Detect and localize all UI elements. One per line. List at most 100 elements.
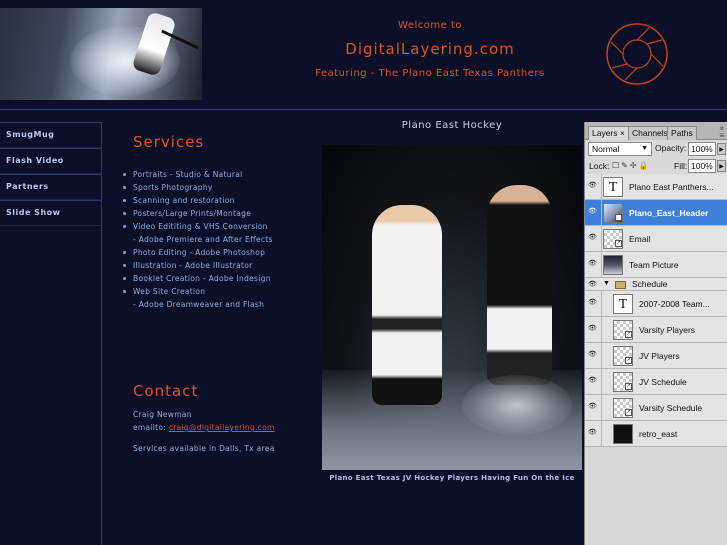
- link-column: [599, 291, 602, 317]
- nav-item-flash-video[interactable]: Flash Video: [0, 148, 101, 174]
- smart-object-badge-icon: ↗: [625, 383, 632, 390]
- tab-layers[interactable]: Layers ×: [588, 126, 629, 140]
- smart-object-badge-icon: ↗: [615, 240, 622, 247]
- service-item: Portraits - Studio & Natural: [123, 168, 273, 181]
- player-black-jersey: [487, 185, 552, 385]
- layer-name: retro_east: [639, 429, 678, 439]
- link-column: [599, 226, 602, 252]
- service-area-text: Services available in Dalls, Tx area: [133, 444, 275, 453]
- header-hero-image: [0, 8, 202, 100]
- aperture-logo-icon: [606, 23, 668, 85]
- layer-row[interactable]: 👁 ↗ Email: [585, 226, 727, 252]
- tab-layers-label: Layers: [592, 128, 618, 138]
- group-name: Schedule: [632, 279, 668, 289]
- ice-spray: [462, 375, 572, 435]
- visibility-eye-icon[interactable]: 👁: [588, 182, 598, 190]
- visibility-eye-icon[interactable]: 👁: [588, 234, 598, 242]
- service-item: - Adobe Premiere and After Effects: [133, 235, 273, 244]
- blend-row: Normal ▼ Opacity: 100% ▶: [585, 142, 727, 158]
- smart-object-badge-icon: ↗: [625, 357, 632, 364]
- panel-menu-icon[interactable]: ≡: [719, 131, 724, 140]
- service-item: - Adobe Dreamweaver and Flash: [133, 300, 265, 309]
- fill-stepper-icon[interactable]: ▶: [717, 160, 726, 172]
- layer-thumbnail: T: [613, 294, 633, 314]
- layer-thumbnail: [613, 424, 633, 444]
- layers-panel: Layers × Channels Paths × ≡ Normal ▼ Opa…: [584, 122, 727, 545]
- email-link[interactable]: craig@digitallayering.com: [169, 423, 275, 432]
- nav-item-partners[interactable]: Partners: [0, 174, 101, 200]
- blend-mode-value: Normal: [592, 144, 620, 154]
- smart-object-badge-icon: ↗: [625, 409, 632, 416]
- service-item: Scanning and restoration: [123, 194, 273, 207]
- visibility-eye-icon[interactable]: 👁: [588, 403, 598, 411]
- photo-caption: Plano East Texas JV Hockey Players Havin…: [329, 474, 575, 482]
- layer-name: 2007-2008 Team...: [639, 299, 710, 309]
- layer-name: Email: [629, 234, 651, 244]
- link-column: [599, 369, 602, 395]
- welcome-text: Welcome to: [398, 20, 462, 31]
- visibility-eye-icon[interactable]: 👁: [588, 429, 598, 437]
- layer-row[interactable]: 👁 Team Picture: [585, 252, 727, 278]
- services-list: Portraits - Studio & Natural Sports Photo…: [123, 168, 273, 311]
- tab-channels[interactable]: Channels: [628, 126, 672, 140]
- email-prefix: emailto:: [133, 423, 167, 432]
- visibility-eye-icon[interactable]: 👁: [588, 299, 598, 307]
- visibility-eye-icon[interactable]: 👁: [588, 260, 598, 268]
- visibility-eye-icon[interactable]: 👁: [588, 351, 598, 359]
- layer-name: Varsity Schedule: [639, 403, 703, 413]
- services-heading: Services: [133, 133, 205, 151]
- layer-row[interactable]: 👁 T Plano East Panthers...: [585, 174, 727, 200]
- opacity-stepper-icon[interactable]: ▶: [717, 143, 726, 155]
- link-column: [599, 200, 602, 226]
- layer-row[interactable]: 👁 ↗ Varsity Players: [585, 317, 727, 343]
- layer-row[interactable]: 👁 ↗ Plano_East_Header: [585, 200, 727, 226]
- layer-name: Varsity Players: [639, 325, 696, 335]
- service-item: Web Site Creation: [123, 285, 273, 298]
- link-column: [599, 252, 602, 278]
- lock-options-icon[interactable]: ☐✎✢🔒: [612, 161, 651, 170]
- smart-object-badge-icon: ↗: [625, 331, 632, 338]
- smart-object-badge-icon: ↗: [615, 214, 622, 221]
- photo-title: Plano East Hockey: [401, 120, 503, 131]
- tab-paths[interactable]: Paths: [667, 126, 697, 140]
- contact-heading: Contact: [133, 382, 199, 400]
- link-column: [599, 421, 602, 447]
- layer-row[interactable]: 👁 ↗ Varsity Schedule: [585, 395, 727, 421]
- layer-name: Team Picture: [629, 260, 679, 270]
- layer-row[interactable]: 👁 retro_east: [585, 421, 727, 447]
- contact-name: Craig Newman: [133, 410, 192, 419]
- lock-row: Lock: ☐✎✢🔒 Fill: 100% ▶: [585, 159, 727, 175]
- panel-tab-bar: Layers × Channels Paths × ≡: [585, 122, 727, 140]
- nav-item-slide-show[interactable]: Slide Show: [0, 200, 101, 226]
- layer-group-schedule[interactable]: 👁 ▼ Schedule: [585, 278, 727, 291]
- service-item: Video Edititing & VHS Conversion: [123, 220, 273, 233]
- layer-name: JV Players: [639, 351, 680, 361]
- layer-name: Plano_East_Header: [629, 208, 709, 218]
- layer-row[interactable]: 👁 T 2007-2008 Team...: [585, 291, 727, 317]
- visibility-eye-icon[interactable]: 👁: [588, 281, 598, 289]
- site-header: Welcome to DigitalLayering.com Featuring…: [0, 0, 727, 110]
- service-item: Illustration - Adobe Illustrator: [123, 259, 273, 272]
- sidebar-nav: SmugMug Flash Video Partners Slide Show: [0, 122, 102, 545]
- fill-input[interactable]: 100%: [688, 159, 716, 173]
- layer-thumbnail: T: [603, 177, 623, 197]
- service-item: Sports Photography: [123, 181, 273, 194]
- fill-label: Fill:: [674, 161, 688, 171]
- nav-item-smugmug[interactable]: SmugMug: [0, 122, 101, 148]
- player-white-jersey: [372, 205, 442, 405]
- link-column: [599, 343, 602, 369]
- chevron-down-icon: ▼: [641, 145, 648, 152]
- visibility-eye-icon[interactable]: 👁: [588, 325, 598, 333]
- opacity-label: Opacity:: [655, 143, 687, 153]
- service-item: Photo Editing - Adobe Photoshop: [123, 246, 273, 259]
- visibility-eye-icon[interactable]: 👁: [588, 208, 598, 216]
- opacity-input[interactable]: 100%: [688, 142, 716, 156]
- service-item: Booklet Creation - Adobe Indesign: [123, 272, 273, 285]
- layer-row[interactable]: 👁 ↗ JV Schedule: [585, 369, 727, 395]
- chevron-down-icon[interactable]: ▼: [603, 280, 610, 287]
- featuring-text: Featuring - The Plano East Texas Panther…: [315, 68, 545, 79]
- blend-mode-select[interactable]: Normal ▼: [588, 142, 652, 156]
- site-name[interactable]: DigitalLayering.com: [300, 40, 560, 58]
- visibility-eye-icon[interactable]: 👁: [588, 377, 598, 385]
- layer-row[interactable]: 👁 ↗ JV Players: [585, 343, 727, 369]
